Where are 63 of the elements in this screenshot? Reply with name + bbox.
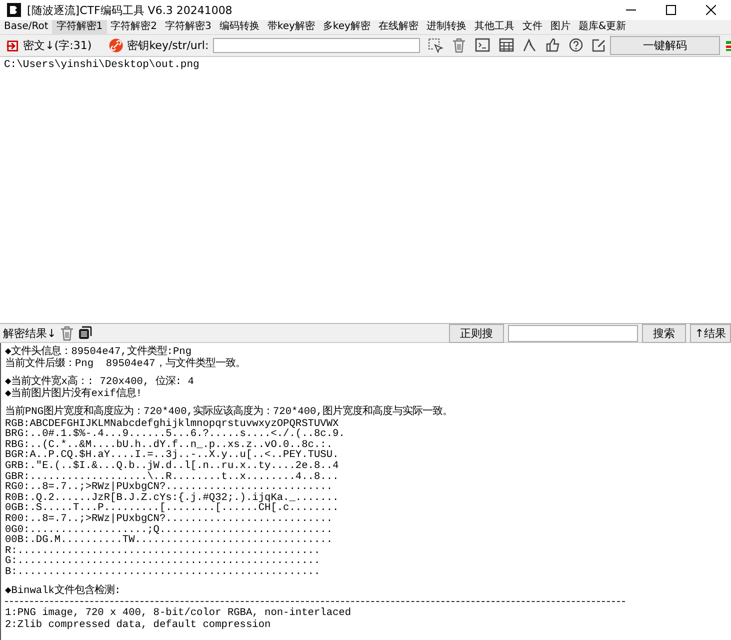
clear-icon[interactable] — [60, 326, 74, 340]
menu-item[interactable]: 文件 — [518, 20, 546, 34]
link-icon[interactable] — [109, 38, 124, 53]
result-label: 解密结果↓ — [3, 326, 56, 340]
menu-item[interactable]: 带key解密 — [263, 20, 319, 34]
output-line: GRB:."E.(..$I.&...Q.b..jW.d..l[.n..ru.x..ty....2e.8..4 — [5, 461, 340, 472]
output-line: ◆Binwalk文件包含检测: — [5, 586, 122, 598]
output-line: BRG:..0#.1.$%-.4...9......5...6.?.....s....<./.(..8c.9. — [5, 429, 346, 440]
table-icon[interactable] — [498, 38, 514, 52]
output-line: RG0:..8=.7..;>RWz|PUxbgCN?........................... — [5, 482, 332, 493]
menu-item[interactable]: 图片 — [546, 20, 574, 34]
output-line: GBR:...................\..R........t..x........4..8... — [5, 472, 340, 482]
output-line: B:................................................. — [5, 567, 322, 578]
trash-icon[interactable] — [452, 38, 466, 53]
output-line: 0G0:...................;Q............................ — [5, 524, 334, 536]
menu-item[interactable]: Base/Rot — [0, 20, 52, 34]
output-line: ◆文件头信息：89504e47,文件类型:Png — [5, 347, 192, 358]
split-handle-icon[interactable] — [726, 40, 731, 50]
decode-button[interactable]: 一键解码 — [610, 36, 720, 55]
output-line: R0B:.Q.2......JzR[B.J.Z.cYs:{.j.#Q32;.).ijqKa._....... — [5, 492, 340, 504]
window-title: [随波逐流]CTF编码工具 V6.3 20241008 — [27, 2, 234, 18]
menu-item[interactable]: 在线解密 — [374, 20, 422, 34]
output-line: RGB:ABCDEFGHIJKLMNabcdefghijklmnopqrstuvwxyzOPQRSTUVWX — [5, 418, 339, 430]
import-icon[interactable] — [6, 38, 20, 52]
ciphertext-field[interactable]: C:\Users\yinshi\Desktop\out.png — [0, 57, 731, 324]
output-line: G:................................................. — [5, 556, 322, 567]
maximize-icon[interactable] — [666, 5, 676, 15]
search-button[interactable]: 搜索 — [642, 324, 686, 342]
menu-item[interactable]: 编码转换 — [215, 20, 264, 34]
output-line: 00B:.DG.M..........TW................................ — [5, 535, 334, 546]
menu-item[interactable]: 进制转换 — [422, 20, 470, 34]
menu-item[interactable]: 多key解密 — [318, 20, 374, 34]
ciphertext-label: 密文↓(字:31) — [23, 38, 92, 53]
copy-icon[interactable] — [78, 326, 92, 340]
thumbs-up-icon[interactable] — [546, 38, 560, 52]
menu-item[interactable]: 其他工具 — [470, 20, 518, 34]
help-icon[interactable] — [568, 38, 583, 52]
app-logo-icon — [7, 3, 21, 17]
regex-search-button[interactable]: 正则搜 — [448, 324, 504, 342]
close-icon[interactable] — [706, 5, 716, 15]
output-line: BGR:A..P.CQ.$H.aY....I.=..3j..-..X.y..u[..<..PEY.TUSU. — [5, 450, 340, 462]
key-label: 密钥key/str/url: — [127, 38, 209, 53]
output-line: 1:PNG image, 720 x 400, 8-bit/color RGBA, non-interlaced — [5, 608, 352, 620]
output-line: R00:..8=.7..;>RWz|PUxbgCN?........................... — [5, 514, 334, 525]
output-line: RBG:..(C.*..&M....bU.h..dY.f..n_.p..xs.z..vO.0..8c.:. — [5, 440, 332, 450]
quill-icon[interactable] — [522, 38, 537, 52]
output-line: ◆当前图片图片没有exif信息! — [5, 388, 144, 400]
output-line: 当前文件后缀：Png 89504e47，与文件类型一致。 — [5, 358, 246, 370]
menu-item[interactable]: 字符解密2 — [106, 20, 162, 34]
terminal-icon[interactable] — [474, 38, 490, 52]
menu-item[interactable]: 题库&更新 — [574, 20, 630, 34]
selection-cursor-icon[interactable] — [428, 38, 443, 53]
key-field[interactable] — [212, 38, 420, 53]
output-line: R:................................................. — [5, 546, 322, 556]
edit-icon[interactable] — [592, 38, 606, 52]
output-line: 当前PNG图片宽度和高度应为：720*400,实际应该高度为：720*400,图片宽度和高度与实际一致。 — [5, 407, 454, 418]
menu-item[interactable]: 字符解密1 — [52, 20, 107, 34]
search-field[interactable] — [508, 324, 638, 342]
output-line: 0GB:.S.....T...P.........[........[......CH[.c........ — [5, 503, 340, 514]
result-up-button[interactable]: ↑结果 — [690, 324, 731, 342]
output-line: ◆当前文件宽x高：: 720x400, 位深: 4 — [5, 377, 195, 388]
menu-item[interactable]: 字符解密3 — [161, 20, 216, 34]
output-line: 2:Zlib compressed data, default compression — [5, 620, 272, 630]
